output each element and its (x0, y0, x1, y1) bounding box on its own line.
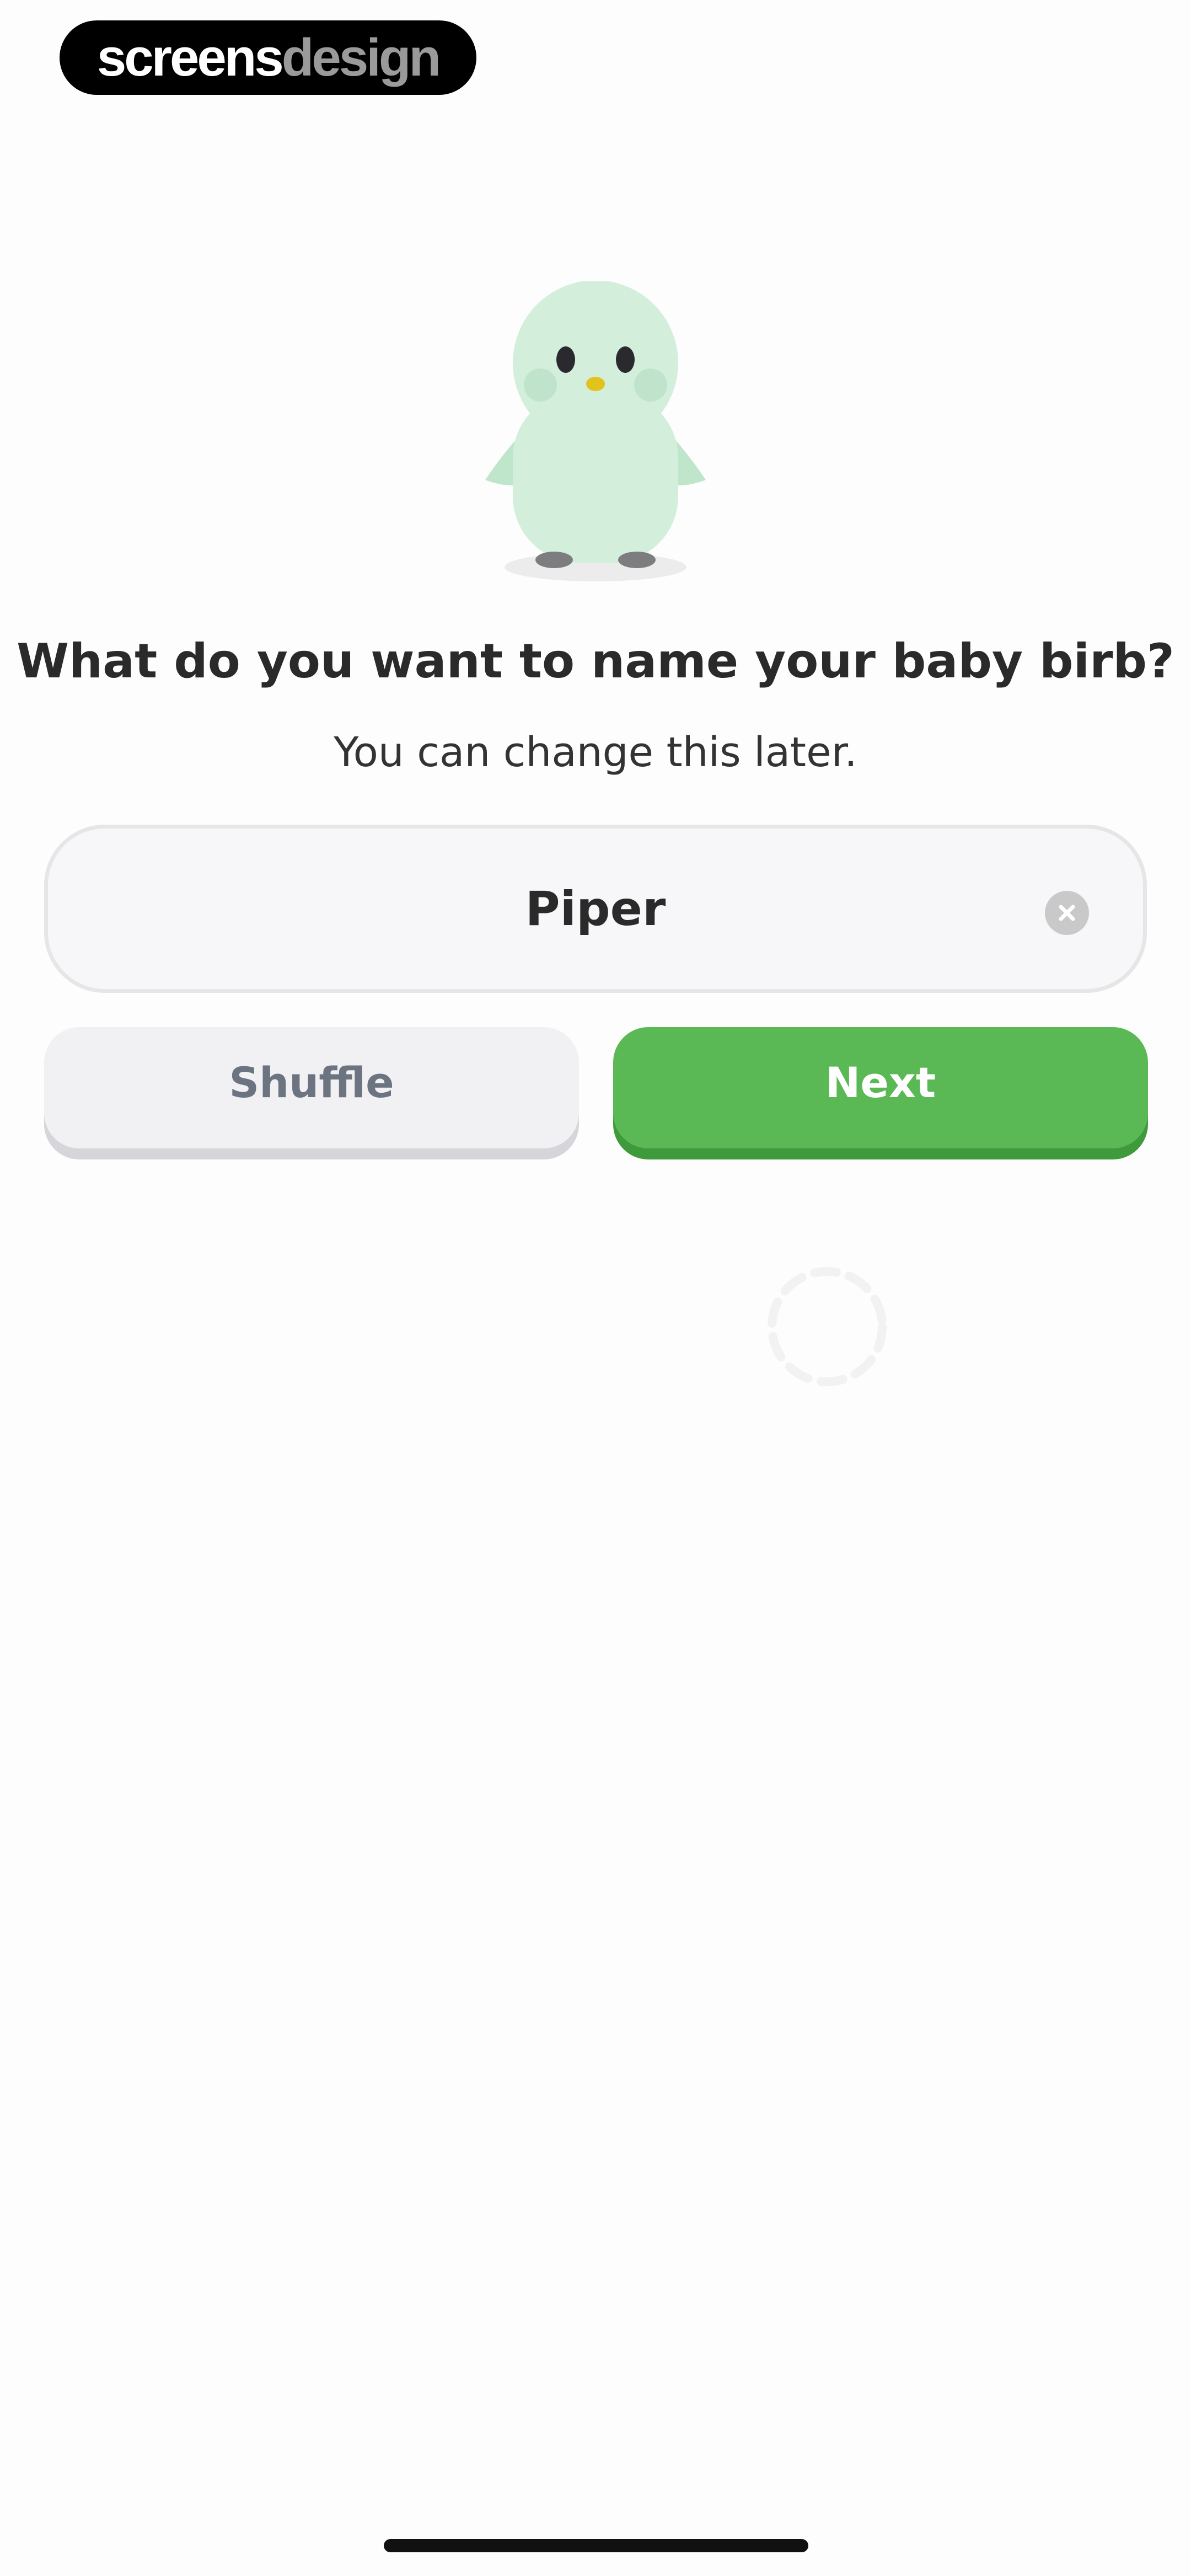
page-title: What do you want to name your baby birb? (17, 634, 1174, 689)
next-button[interactable]: Next (613, 1027, 1148, 1148)
home-indicator[interactable] (384, 2539, 808, 2552)
watermark-part-screens: screens (96, 28, 284, 87)
clear-icon[interactable] (1045, 891, 1089, 935)
bird-mascot-illustration (485, 281, 706, 581)
shuffle-button[interactable]: Shuffle (44, 1027, 579, 1148)
shuffle-button-label: Shuffle (229, 1057, 394, 1107)
close-icon (1059, 905, 1075, 921)
watermark-part-design: design (281, 28, 441, 87)
loading-spinner-icon (768, 1267, 887, 1386)
name-field[interactable] (44, 825, 1147, 993)
page-subtitle: You can change this later. (334, 729, 857, 776)
name-input[interactable] (48, 829, 1143, 989)
screensdesign-watermark: screens design (60, 20, 476, 95)
next-button-label: Next (825, 1057, 936, 1107)
